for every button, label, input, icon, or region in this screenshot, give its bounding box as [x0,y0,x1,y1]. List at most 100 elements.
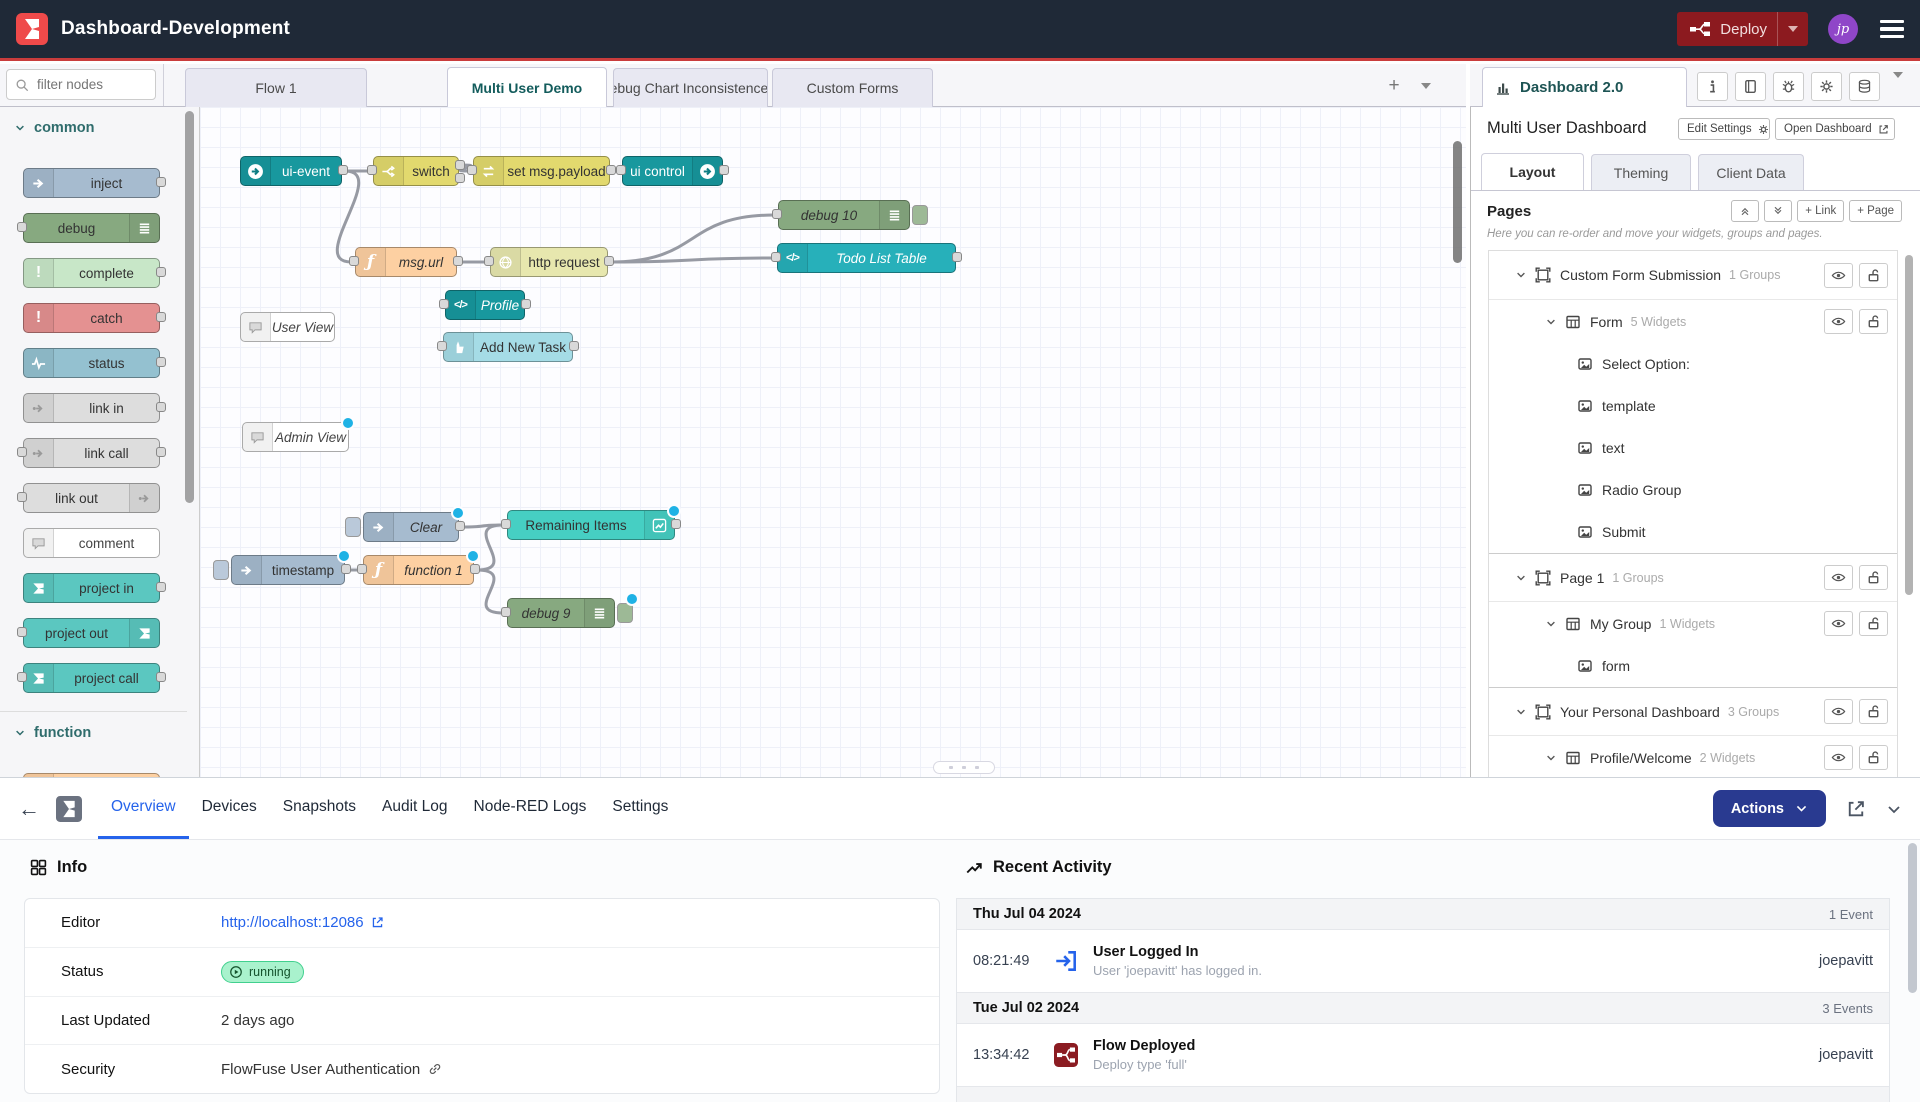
back-arrow-icon[interactable]: ← [18,796,40,822]
tree-row-widget-template[interactable]: template [1489,385,1897,427]
input-port[interactable] [17,492,27,502]
palette-node-link-in[interactable]: link in [23,393,160,423]
panel-resize-grip[interactable] [933,761,995,774]
palette-scrollbar[interactable] [185,111,194,503]
editor-link[interactable]: http://localhost:12086 [221,914,384,931]
flow-list-caret[interactable] [1414,74,1438,98]
edit-settings-button[interactable]: Edit Settings [1678,118,1770,140]
chevron-down-icon[interactable] [1545,618,1557,630]
sidebar-tool-bug-icon[interactable] [1773,72,1804,101]
output-port[interactable] [455,173,465,183]
bottom-panel-scrollbar[interactable] [1908,843,1917,993]
output-port[interactable] [156,582,166,592]
palette-node-project-out[interactable]: project out [23,618,160,648]
palette-node-project-call[interactable]: project call [23,663,160,693]
lock-toggle-button[interactable] [1859,745,1888,770]
output-port[interactable] [156,672,166,682]
flow-node-remaining-items[interactable]: Remaining Items [507,510,675,540]
flow-node-debug-10[interactable]: debug 10 [778,200,928,230]
tab-dashboard-2[interactable]: Dashboard 2.0 [1482,67,1687,107]
palette-node-project-in[interactable]: project in [23,573,160,603]
chevron-down-icon[interactable] [1515,706,1527,718]
user-avatar[interactable]: jp [1828,14,1858,44]
sidebar-tool-db-icon[interactable] [1849,72,1880,101]
sidebar-tool-info-icon[interactable] [1697,72,1728,101]
tree-row-page-page-1[interactable]: Page 11 Groups [1489,553,1897,601]
palette-node-debug[interactable]: debug [23,213,160,243]
palette-node-comment[interactable]: comment [23,528,160,558]
visibility-toggle-button[interactable] [1824,745,1853,770]
flow-tab-debug-chart-inconsistence-s[interactable]: Debug Chart Inconsistence S [613,68,768,107]
lock-toggle-button[interactable] [1859,611,1888,636]
tree-row-group-form[interactable]: Form5 Widgets [1489,299,1897,343]
output-port[interactable] [719,165,729,175]
chevron-down-icon[interactable] [1545,316,1557,328]
main-menu-button[interactable] [1880,20,1904,39]
debug-toggle-button[interactable] [617,603,633,623]
output-port[interactable] [521,299,531,309]
deploy-button[interactable]: Deploy [1677,12,1808,46]
add-flow-button[interactable]: + [1382,74,1406,98]
flow-node-clear[interactable]: Clear [345,512,459,542]
input-port[interactable] [501,519,511,529]
output-port[interactable] [455,160,465,170]
tree-row-group-profile-welcome[interactable]: Profile/Welcome2 Widgets [1489,735,1897,777]
sidebar-scrollbar[interactable] [1905,255,1913,595]
sidebar-tab-layout[interactable]: Layout [1481,153,1584,190]
flow-node-todo-list-table[interactable]: </>Todo List Table [777,243,956,273]
instance-tab-overview[interactable]: Overview [98,778,189,839]
input-port[interactable] [17,222,27,232]
open-editor-icon[interactable] [1846,799,1866,819]
flow-node-ui-event[interactable]: ui-event [240,156,342,186]
input-port[interactable] [17,672,27,682]
activity-event-row[interactable]: 08:21:49User Logged InUser 'joepavitt' h… [957,930,1889,993]
input-port[interactable] [501,607,511,617]
instance-tab-audit-log[interactable]: Audit Log [369,778,461,839]
lock-toggle-button[interactable] [1859,309,1888,334]
activity-event-row[interactable]: 13:34:42Flow DeployedDeploy type 'full'j… [957,1024,1889,1087]
flow-node-user-view[interactable]: User View [240,312,335,342]
input-port[interactable] [439,299,449,309]
flow-node-http-request[interactable]: http request [490,247,608,277]
output-port[interactable] [470,564,480,574]
input-port[interactable] [772,209,782,219]
palette-filter-input[interactable] [35,76,147,93]
palette-node-status[interactable]: status [23,348,160,378]
palette-node-catch[interactable]: !catch [23,303,160,333]
tree-row-widget-text[interactable]: text [1489,427,1897,469]
output-port[interactable] [338,165,348,175]
collapse-all-button[interactable] [1731,200,1759,222]
canvas-vertical-scrollbar[interactable] [1453,141,1462,263]
lock-toggle-button[interactable] [1859,263,1888,288]
flow-node-admin-view[interactable]: Admin View [242,422,349,452]
visibility-toggle-button[interactable] [1824,699,1853,724]
output-port[interactable] [156,447,166,457]
inject-button[interactable] [213,560,229,580]
sidebar-menu-caret[interactable] [1893,78,1903,96]
palette-node-link-call[interactable]: link call [23,438,160,468]
instance-tab-settings[interactable]: Settings [599,778,681,839]
flow-node-debug-9[interactable]: debug 9 [507,598,633,628]
sidebar-tool-gear-icon[interactable] [1811,72,1842,101]
flow-node-ui-control[interactable]: ui control [622,156,723,186]
debug-toggle-button[interactable] [912,205,928,225]
flow-node-profile[interactable]: </>Profile [445,290,525,320]
visibility-toggle-button[interactable] [1824,263,1853,288]
input-port[interactable] [367,165,377,175]
deploy-options-caret[interactable] [1777,12,1808,46]
instance-tab-node-red-logs[interactable]: Node-RED Logs [461,778,600,839]
visibility-toggle-button[interactable] [1824,565,1853,590]
flow-node-set-msg-payload[interactable]: set msg.payload [473,156,610,186]
lock-toggle-button[interactable] [1859,565,1888,590]
palette-node-inject[interactable]: inject [23,168,160,198]
output-port[interactable] [156,177,166,187]
output-port[interactable] [341,564,351,574]
flow-node-switch[interactable]: switch [373,156,459,186]
palette-node-complete[interactable]: !complete [23,258,160,288]
tree-row-group-my-group[interactable]: My Group1 Widgets [1489,601,1897,645]
tree-row-widget-radio-group[interactable]: Radio Group [1489,469,1897,511]
palette-filter[interactable] [6,69,156,100]
output-port[interactable] [156,312,166,322]
collapse-panel-chevron-icon[interactable] [1886,801,1902,817]
input-port[interactable] [616,165,626,175]
